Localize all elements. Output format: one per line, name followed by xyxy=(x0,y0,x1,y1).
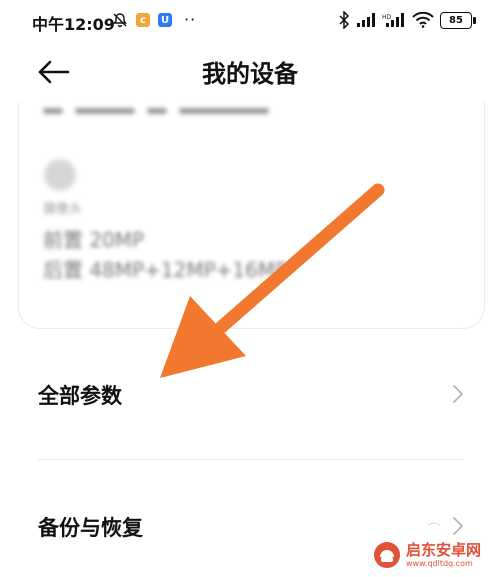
watermark-logo-icon xyxy=(374,542,400,568)
watermark-text: 启东安卓网 www.qdltdq.com xyxy=(406,540,482,568)
chevron-right-icon xyxy=(453,517,463,535)
device-info-blurred: 摄像头 前置 20MP 后置 48MP+12MP+16MP xyxy=(19,102,484,328)
watermark-url: www.qdltdq.com xyxy=(406,558,473,568)
camera-icon xyxy=(43,158,77,192)
svg-text:HD: HD xyxy=(382,14,392,21)
header: 我的设备 xyxy=(0,42,500,102)
status-more-dots: ·· xyxy=(184,10,197,29)
battery-indicator: 85 xyxy=(440,11,476,29)
front-camera-spec: 前置 20MP xyxy=(43,228,145,252)
camera-label: 摄像头 xyxy=(43,202,83,217)
blurred-top-text xyxy=(43,108,343,116)
all-specs-label: 全部参数 xyxy=(38,384,122,408)
all-specs-row[interactable]: 全部参数 xyxy=(0,364,500,424)
rear-camera-spec: 后置 48MP+12MP+16MP xyxy=(43,258,288,282)
status-bar: 中午12:09 c U ·· HD 85 xyxy=(0,0,500,42)
page-title: 我的设备 xyxy=(202,60,298,88)
chevron-right-icon xyxy=(453,385,463,403)
status-time: 中午12:09 xyxy=(32,15,115,34)
watermark-name: 启东安卓网 xyxy=(406,540,482,559)
wifi-icon xyxy=(412,12,434,28)
signal-hd-icon: HD xyxy=(382,13,404,27)
backup-restore-label: 备份与恢复 xyxy=(38,516,143,540)
bell-off-icon xyxy=(113,13,127,28)
watermark: 启东安卓网 www.qdltdq.com xyxy=(372,536,496,574)
app-badge-blue-icon: U xyxy=(158,13,172,27)
bluetooth-icon xyxy=(339,11,350,29)
device-info-card: 摄像头 前置 20MP 后置 48MP+12MP+16MP xyxy=(18,102,485,329)
divider xyxy=(38,459,464,460)
faint-ellipsis-icon: ⌒ xyxy=(427,522,440,536)
status-left-icons: c U ·· xyxy=(112,12,196,28)
status-right-icons: HD 85 xyxy=(338,11,476,29)
signal-icon xyxy=(357,13,375,27)
app-badge-orange-icon: c xyxy=(136,13,150,27)
